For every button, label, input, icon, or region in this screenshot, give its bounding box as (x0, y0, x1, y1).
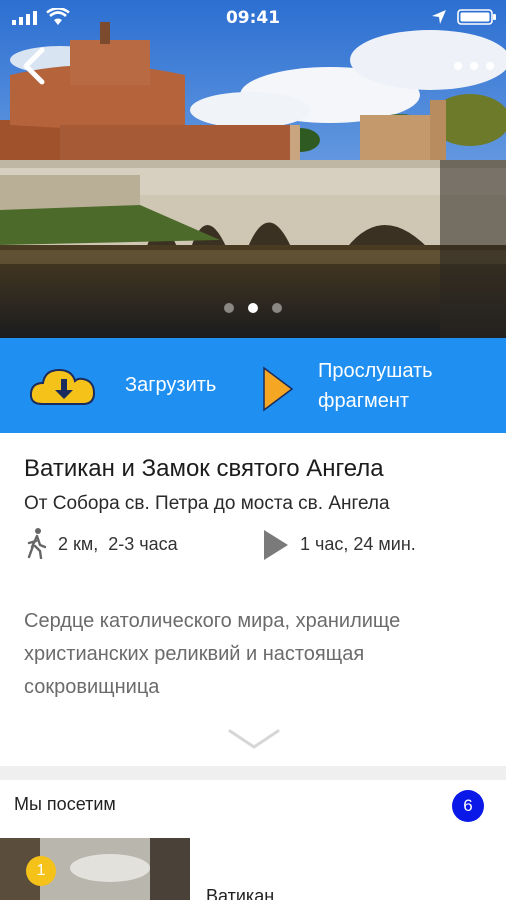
section-divider (0, 766, 506, 780)
chevron-left-icon (23, 47, 45, 85)
listen-label-line2: фрагмент (318, 390, 410, 412)
tour-walk-time: 2-3 часа (108, 534, 178, 554)
chevron-down-icon (228, 729, 280, 749)
tour-info: Ватикан и Замок святого Ангела От Собора… (0, 433, 506, 766)
download-label: Загрузить (125, 374, 217, 396)
tour-subtitle: От Собора св. Петра до моста св. Ангела (24, 493, 390, 514)
action-bar: Загрузить Прослушать фрагмент (0, 338, 506, 433)
play-triangle-icon (263, 366, 294, 412)
place-number-badge: 1 (26, 856, 56, 886)
carousel-indicator (0, 303, 506, 313)
visit-count-badge: 6 (452, 790, 484, 822)
status-bar: 09:41 (0, 0, 506, 36)
play-triangle-icon (264, 530, 288, 560)
cloud-download-icon (29, 368, 96, 405)
back-button[interactable] (16, 44, 52, 88)
tour-title: Ватикан и Замок святого Ангела (24, 455, 384, 482)
castle-bridge-photo (0, 0, 506, 338)
tour-description: Сердце католического мира, хранилище хри… (24, 610, 401, 698)
visit-section: Мы посетим 6 1 Ватикан (0, 780, 506, 900)
hero-image[interactable]: 09:41 (0, 0, 506, 338)
carousel-dot[interactable] (272, 303, 282, 313)
place-name: Ватикан (206, 886, 275, 900)
carousel-dot[interactable] (224, 303, 234, 313)
more-options-button[interactable] (448, 52, 500, 80)
tour-distance-time: 2 км, 2-3 часа (58, 534, 178, 555)
battery-icon (457, 9, 496, 25)
visit-section-title: Мы посетим (14, 794, 116, 814)
location-arrow-icon (432, 10, 446, 24)
audio-duration: 1 час, 24 мин. (300, 534, 416, 554)
walking-person-icon (27, 528, 47, 559)
more-dots-icon (454, 62, 494, 70)
carousel-dot-active[interactable] (248, 303, 258, 313)
expand-description-button[interactable] (226, 727, 282, 753)
place-list-item[interactable]: 1 Ватикан (0, 838, 506, 900)
listen-label-line1: Прослушать (318, 360, 433, 382)
download-button[interactable]: Загрузить (28, 352, 248, 418)
tour-distance: 2 км, (58, 534, 99, 554)
listen-preview-button[interactable]: Прослушать фрагмент (258, 348, 498, 424)
